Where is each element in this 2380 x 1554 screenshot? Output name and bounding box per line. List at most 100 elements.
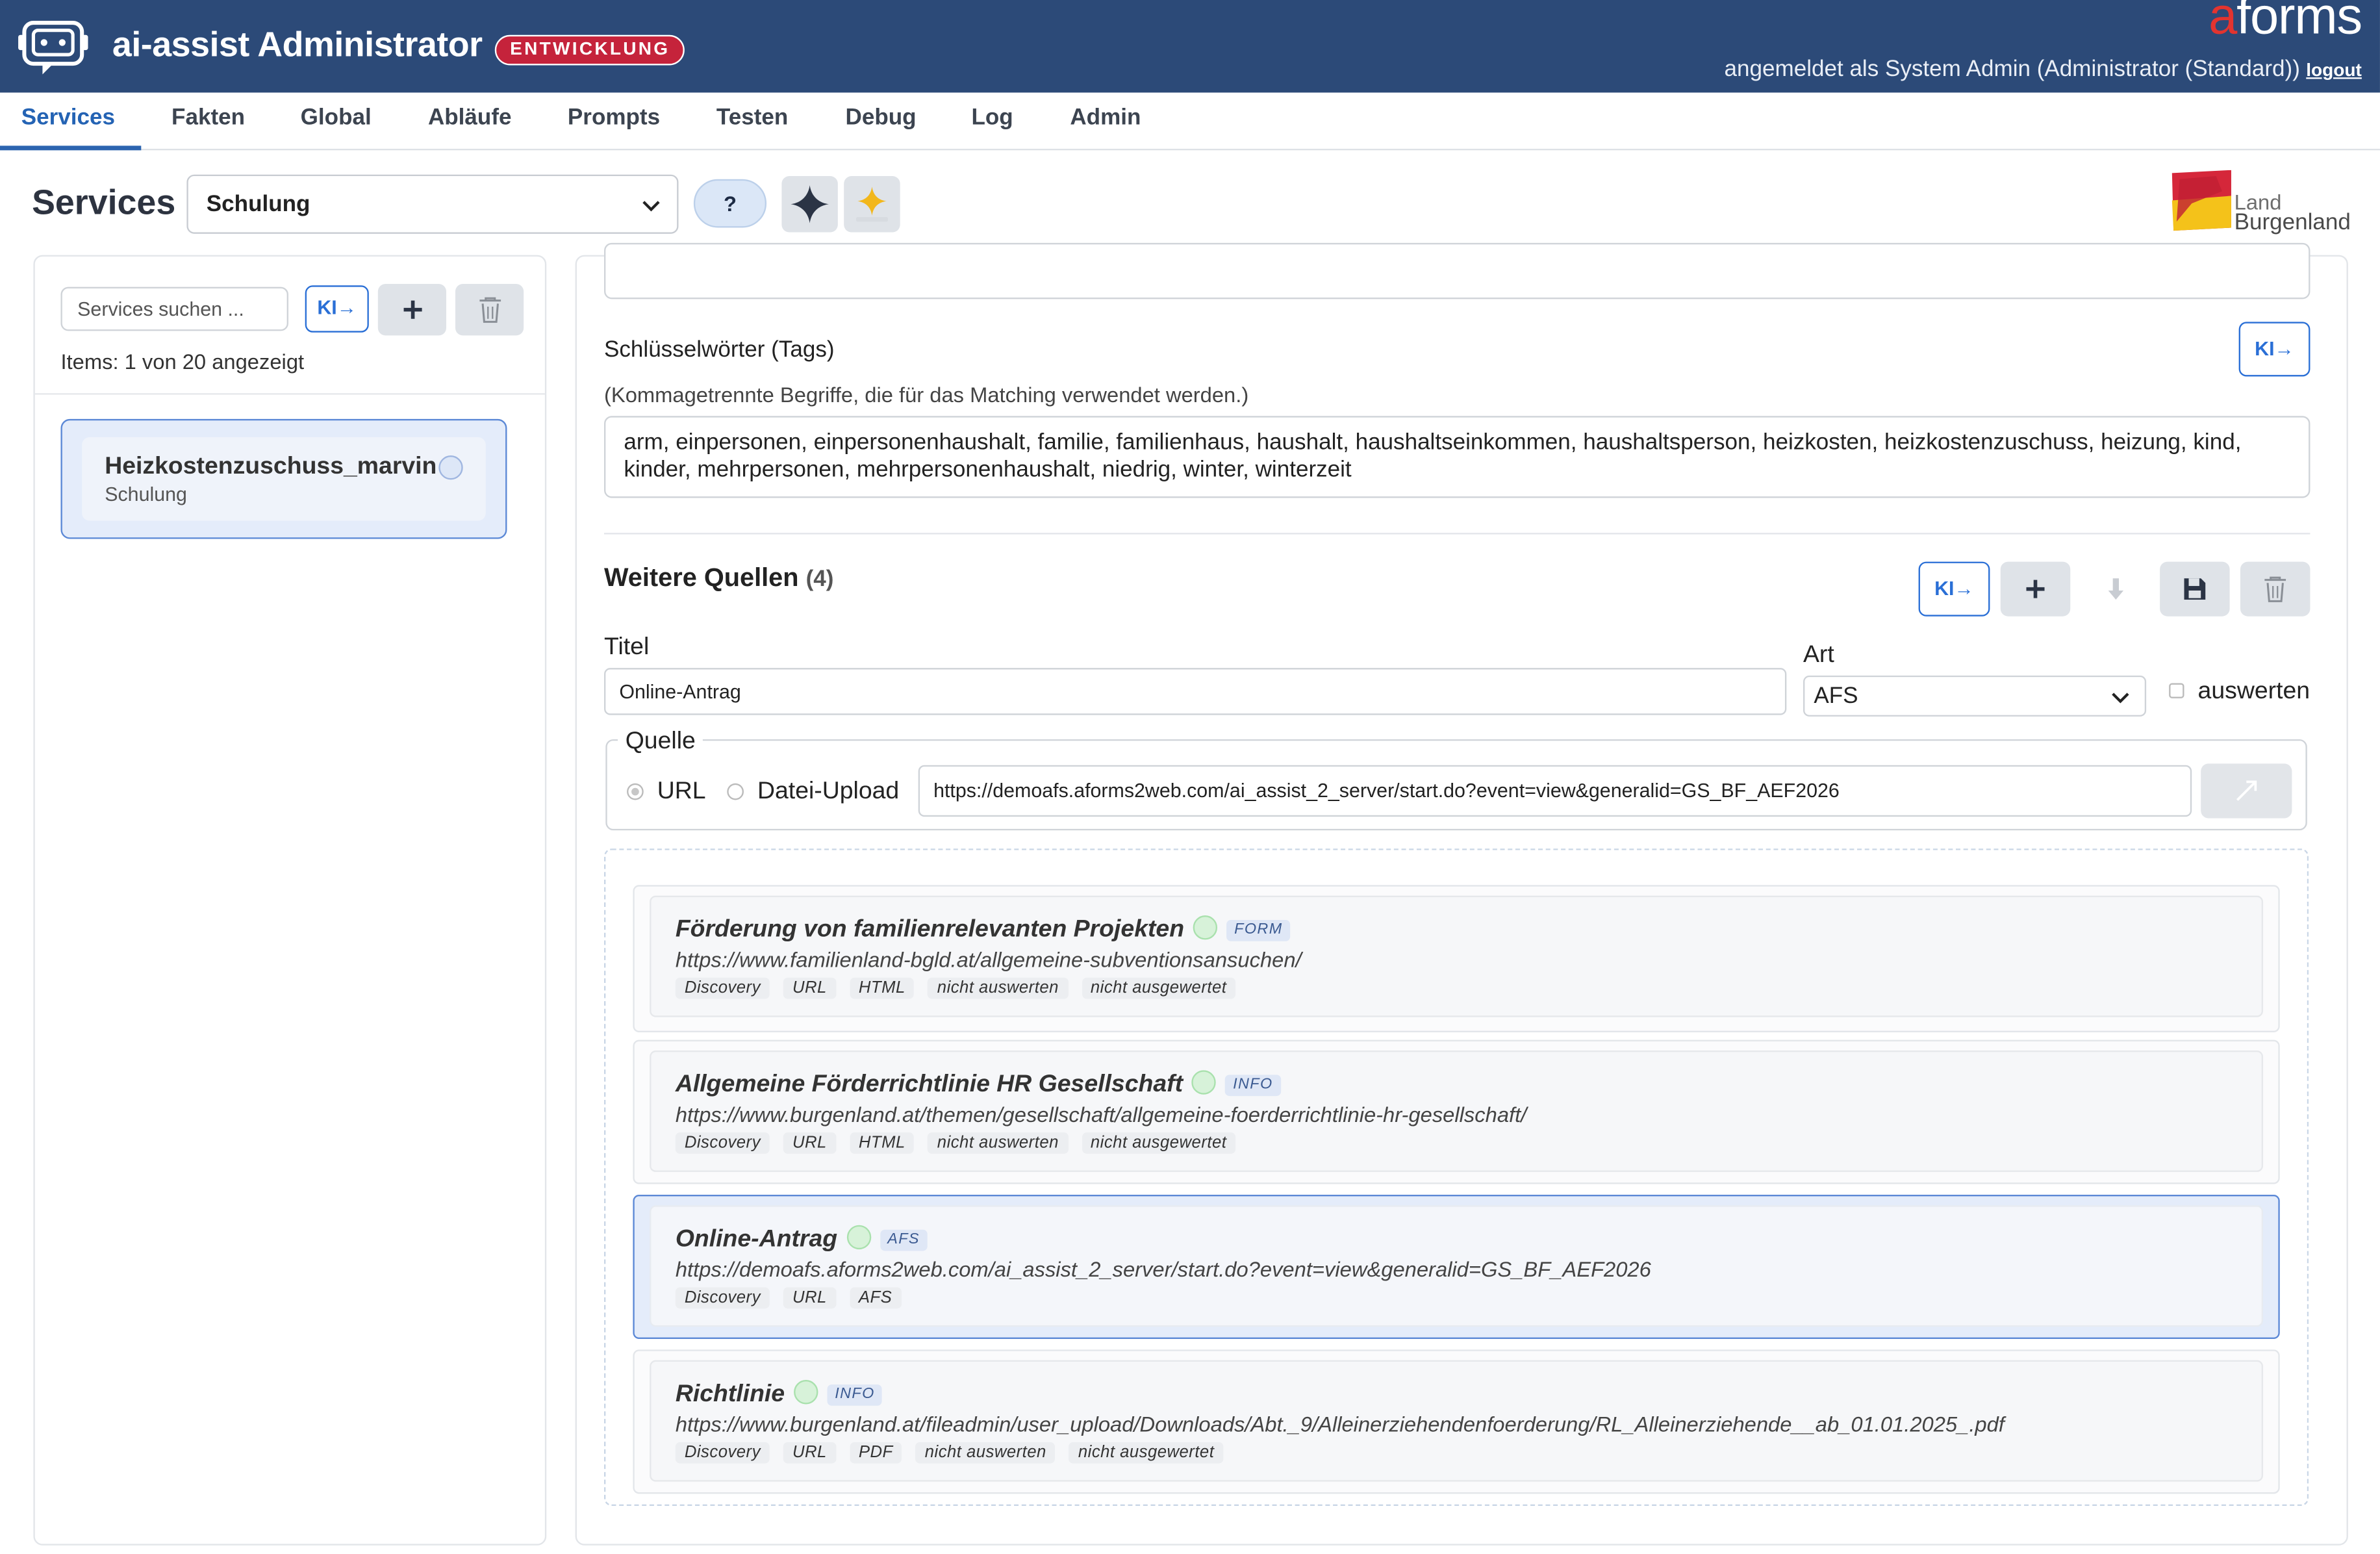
trash-icon xyxy=(479,297,500,323)
titel-input[interactable]: Online-Antrag xyxy=(604,668,1787,715)
tab-admin[interactable]: Admin xyxy=(1070,93,1141,151)
divider xyxy=(34,393,545,395)
source-type-badge: FORM xyxy=(1226,920,1291,941)
main-nav: Services Fakten Global Abläufe Prompts T… xyxy=(0,92,2380,151)
source-title: Allgemeine Förderrichtlinie HR Gesellsch… xyxy=(675,1071,1184,1098)
source-chips: Discovery URL PDF nicht auswerten nicht ausg… xyxy=(675,1442,1237,1464)
logout-link[interactable]: logout xyxy=(2306,59,2362,81)
service-search-input[interactable]: Services suchen ... xyxy=(60,287,288,331)
service-group-select[interactable]: Schulung xyxy=(186,174,679,234)
download-source-button[interactable] xyxy=(2081,562,2151,617)
upload-radio[interactable] xyxy=(727,783,744,800)
burgenland-logo-text: Land Burgenland xyxy=(2234,190,2351,236)
tab-global[interactable]: Global xyxy=(301,93,372,151)
source-chips: Discovery URL HTML nicht auswerten nicht aus… xyxy=(675,1132,1250,1154)
tab-services[interactable]: Services xyxy=(0,93,142,151)
chip: nicht auswerten xyxy=(928,977,1068,999)
upload-radio-label: Datei-Upload xyxy=(757,778,900,805)
add-service-button[interactable] xyxy=(377,283,446,336)
tab-testen[interactable]: Testen xyxy=(716,93,788,151)
quelle-legend: Quelle xyxy=(618,728,703,756)
ai-upload-button[interactable] xyxy=(844,176,900,233)
source-url: https://www.familienland-bgld.at/allgeme… xyxy=(675,947,1302,972)
divider xyxy=(604,533,2310,535)
service-group-value: Schulung xyxy=(206,191,310,218)
app-title: ai-assist Administrator xyxy=(112,24,483,64)
source-url: https://www.burgenland.at/themen/gesells… xyxy=(675,1102,1527,1127)
status-circle-icon xyxy=(438,455,463,480)
status-dot-icon xyxy=(1193,915,1218,940)
items-count: Items: 1 von 20 angezeigt xyxy=(60,349,305,374)
open-url-button[interactable] xyxy=(2201,763,2292,819)
environment-badge: ENTWICKLUNG xyxy=(494,34,685,66)
external-link-icon xyxy=(2236,780,2257,801)
chip: URL xyxy=(783,977,836,999)
art-label: Art xyxy=(1803,642,1834,669)
source-item-selected[interactable]: Online-Antrag AFS https://demoafs.aforms2… xyxy=(633,1194,2280,1339)
tags-textarea[interactable]: arm, einpersonen, einpersonenhaushalt, f… xyxy=(604,416,2310,498)
help-button[interactable]: ? xyxy=(693,179,767,228)
source-type-badge: INFO xyxy=(1225,1075,1281,1097)
source-item[interactable]: Förderung von familienrelevanten Projekt… xyxy=(633,885,2280,1032)
chip: Discovery xyxy=(675,1132,770,1154)
source-item[interactable]: Richtlinie INFO https://www.burgenland.at… xyxy=(633,1349,2280,1494)
ki-tags-button[interactable]: KI→ xyxy=(2238,322,2310,377)
service-card[interactable]: Heizkostenzuschuss_marvin Schulung xyxy=(60,418,507,539)
sparkle-icon xyxy=(791,185,829,223)
plus-icon xyxy=(2026,580,2045,598)
chip: URL xyxy=(783,1442,836,1464)
user-status: angemeldet als System Admin (Administrat… xyxy=(1724,56,2362,83)
source-url-input[interactable]: https://demoafs.aforms2web.com/ai_assist… xyxy=(918,765,2192,817)
auswerten-checkbox[interactable] xyxy=(2169,683,2184,698)
ki-sources-button[interactable]: KI→ xyxy=(1918,561,1990,617)
tab-ablaeufe[interactable]: Abläufe xyxy=(428,93,512,151)
plus-icon xyxy=(403,300,422,319)
art-value: AFS xyxy=(1814,683,1858,709)
ki-search-button[interactable]: KI→ xyxy=(305,285,369,333)
source-url: https://demoafs.aforms2web.com/ai_assist… xyxy=(675,1256,1651,1282)
chevron-down-icon xyxy=(2112,693,2129,704)
source-chips: Discovery URL AFS xyxy=(675,1287,915,1309)
source-type-badge: INFO xyxy=(827,1384,883,1406)
tab-debug[interactable]: Debug xyxy=(846,93,917,151)
titel-label: Titel xyxy=(604,634,650,661)
source-item[interactable]: Allgemeine Förderrichtlinie HR Gesellsch… xyxy=(633,1039,2280,1184)
description-textarea[interactable] xyxy=(604,242,2310,299)
chip: AFS xyxy=(849,1287,902,1309)
chip: nicht ausgewertet xyxy=(1081,977,1236,999)
chip: HTML xyxy=(849,1132,915,1154)
arrow-down-icon xyxy=(2108,578,2124,600)
ai-sparkle-button[interactable] xyxy=(781,176,838,233)
auswerten-label: auswerten xyxy=(2197,678,2310,705)
floppy-disk-icon xyxy=(2184,578,2206,600)
source-type-badge: AFS xyxy=(880,1229,928,1251)
sparkle-upload-icon xyxy=(855,186,888,222)
source-url: https://www.burgenland.at/fileadmin/user… xyxy=(675,1412,2005,1436)
chip: nicht ausgewertet xyxy=(1081,1132,1236,1154)
add-source-button[interactable] xyxy=(2000,561,2071,617)
url-radio-label: URL xyxy=(657,778,706,805)
tab-log[interactable]: Log xyxy=(971,93,1013,151)
tab-fakten[interactable]: Fakten xyxy=(171,93,245,151)
art-select[interactable]: AFS xyxy=(1803,675,2147,717)
chip: nicht ausgewertet xyxy=(1069,1442,1224,1464)
chip: Discovery xyxy=(675,1442,770,1464)
chip: URL xyxy=(783,1132,836,1154)
tags-label: Schlüsselwörter (Tags) xyxy=(604,337,835,363)
save-source-button[interactable] xyxy=(2160,561,2230,617)
status-dot-icon xyxy=(846,1225,871,1250)
app-header: ai-assist Administrator ENTWICKLUNG afor… xyxy=(0,0,2380,93)
delete-service-button[interactable] xyxy=(455,283,524,336)
aforms-logo: aforms xyxy=(2209,0,2362,46)
url-radio[interactable] xyxy=(627,783,644,800)
source-chips: Discovery URL HTML nicht auswerten nicht aus… xyxy=(675,977,1250,999)
sources-title: Weitere Quellen (4) xyxy=(604,563,834,592)
service-group: Schulung xyxy=(105,483,187,506)
service-name: Heizkostenzuschuss_marvin xyxy=(105,453,437,480)
chip: Discovery xyxy=(675,977,770,999)
source-title: Richtlinie xyxy=(675,1381,785,1408)
chip: nicht auswerten xyxy=(915,1442,1056,1464)
tab-prompts[interactable]: Prompts xyxy=(568,93,660,151)
delete-source-button[interactable] xyxy=(2240,561,2310,617)
status-dot-icon xyxy=(794,1380,818,1405)
